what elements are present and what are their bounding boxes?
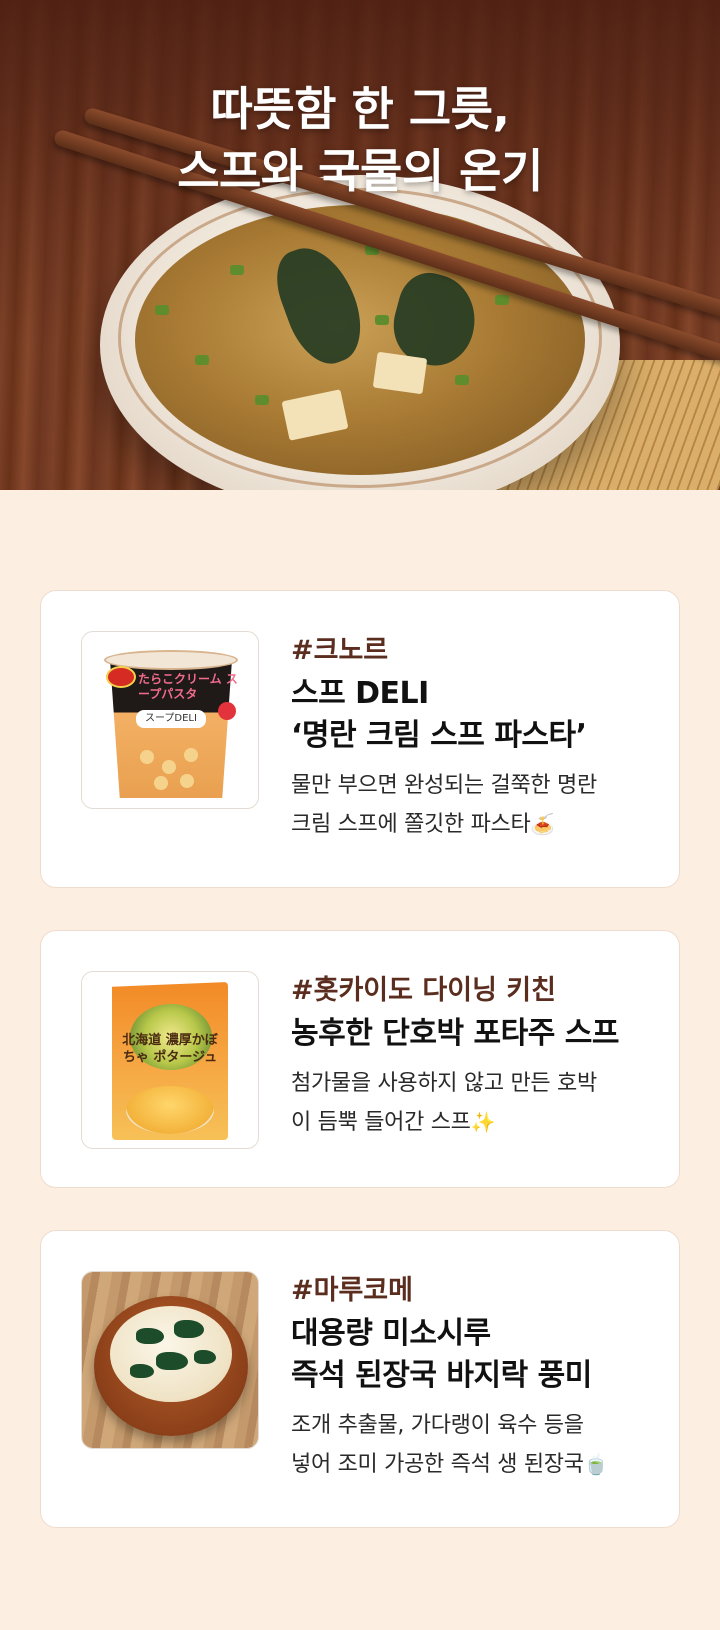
product-image-knorr-cup: たらこクリーム スープパスタ スープDELI xyxy=(81,631,259,809)
new-badge xyxy=(218,702,236,720)
product-name-line-1: 스프 DELI xyxy=(291,676,429,711)
seaweed xyxy=(266,236,374,374)
scallion xyxy=(230,265,244,275)
pasta-bead xyxy=(180,774,194,788)
pasta-bead xyxy=(162,760,176,774)
soup-cup-illustration: たらこクリーム スープパスタ スープDELI xyxy=(104,650,238,798)
desc-line-2: 크림 스프에 쫄깃한 파스타 xyxy=(291,812,531,837)
desc-line-1: 조개 추출물, 가다랭이 육수 등을 xyxy=(291,1413,584,1438)
tofu xyxy=(372,351,428,395)
product-image-pumpkin-pouch: 北海道 濃厚かぼちゃ ポタージュ xyxy=(81,971,259,1149)
product-card-hokkaido[interactable]: 北海道 濃厚かぼちゃ ポタージュ #홋카이도 다이닝 키친 농후한 단호박 포타… xyxy=(40,930,680,1188)
miso-soup-surface xyxy=(110,1306,232,1402)
soup-bowl-graphic xyxy=(126,1086,214,1134)
product-name-line-1: 대용량 미소시루 xyxy=(291,1316,491,1351)
product-name-line-1: 농후한 단호박 포타주 스프 xyxy=(291,1016,619,1051)
wakame xyxy=(136,1328,164,1344)
product-info: #마루코메 대용량 미소시루 즉석 된장국 바지락 풍미 조개 추출물, 가다랭… xyxy=(291,1273,651,1484)
wakame xyxy=(156,1352,188,1370)
product-info: #크노르 스프 DELI ‘명란 크림 스프 파스타’ 물만 부으면 완성되는 … xyxy=(291,633,651,844)
product-description: 물만 부으면 완성되는 걸쭉한 명란 크림 스프에 쫄깃한 파스타🍝 xyxy=(291,767,651,844)
product-name-line-2: ‘명란 크림 스프 파스타’ xyxy=(291,718,587,753)
product-info: #홋카이도 다이닝 키친 농후한 단호박 포타주 스프 첨가물을 사용하지 않고… xyxy=(291,973,651,1142)
title-line-1: 따뜻함 한 그릇, xyxy=(210,82,510,136)
desc-line-1: 물만 부으면 완성되는 걸쭉한 명란 xyxy=(291,773,597,798)
title-line-2: 스프와 국물의 온기 xyxy=(177,144,543,198)
package-jp-text: 北海道 濃厚かぼちゃ ポタージュ xyxy=(122,1033,218,1065)
sparkles-emoji-icon: ✨ xyxy=(470,1110,496,1134)
brand-tag[interactable]: #홋카이도 다이닝 키친 xyxy=(291,973,651,1009)
scallion xyxy=(255,395,269,405)
product-name: 스프 DELI ‘명란 크림 스프 파스타’ xyxy=(291,673,651,757)
product-card-knorr[interactable]: たらこクリーム スープパスタ スープDELI #크노르 스프 DELI ‘명란 … xyxy=(40,590,680,888)
product-name: 대용량 미소시루 즉석 된장국 바지락 풍미 xyxy=(291,1313,651,1397)
product-card-marukome[interactable]: #마루코메 대용량 미소시루 즉석 된장국 바지락 풍미 조개 추출물, 가다랭… xyxy=(40,1230,680,1528)
page-title: 따뜻함 한 그릇, 스프와 국물의 온기 xyxy=(0,78,720,202)
scallion xyxy=(495,295,509,305)
brand-tag[interactable]: #크노르 xyxy=(291,633,651,669)
tofu xyxy=(281,389,349,441)
knorr-logo xyxy=(106,666,136,688)
wakame xyxy=(130,1364,154,1378)
pasta-bead xyxy=(154,776,168,790)
wakame xyxy=(174,1320,204,1338)
product-description: 첨가물을 사용하지 않고 만든 호박 이 듬뿍 들어간 스프✨ xyxy=(291,1065,651,1142)
spaghetti-emoji-icon: 🍝 xyxy=(530,812,556,836)
desc-line-1: 첨가물을 사용하지 않고 만든 호박 xyxy=(291,1071,597,1096)
scallion xyxy=(155,305,169,315)
product-image-miso-bowl xyxy=(81,1271,259,1449)
wakame xyxy=(194,1350,216,1364)
hero-banner: 따뜻함 한 그릇, 스프와 국물의 온기 xyxy=(0,0,720,490)
scallion xyxy=(455,375,469,385)
product-name-line-2: 즉석 된장국 바지락 풍미 xyxy=(291,1358,592,1393)
scallion xyxy=(375,315,389,325)
pouch-illustration: 北海道 濃厚かぼちゃ ポタージュ xyxy=(112,982,228,1140)
package-jp-text: たらこクリーム スープパスタ xyxy=(138,672,238,701)
soup-bowl-emoji-icon: 🍵 xyxy=(583,1452,609,1476)
product-description: 조개 추출물, 가다랭이 육수 등을 넣어 조미 가공한 즉석 생 된장국🍵 xyxy=(291,1407,651,1484)
pasta-bead xyxy=(184,748,198,762)
desc-line-2: 이 듬뿍 들어간 스프 xyxy=(291,1110,471,1135)
scallion xyxy=(195,355,209,365)
desc-line-2: 넣어 조미 가공한 즉석 생 된장국 xyxy=(291,1452,584,1477)
brand-tag[interactable]: #마루코메 xyxy=(291,1273,651,1309)
product-name: 농후한 단호박 포타주 스프 xyxy=(291,1013,651,1055)
pasta-bead xyxy=(140,750,154,764)
package-label: スープDELI xyxy=(136,710,206,728)
